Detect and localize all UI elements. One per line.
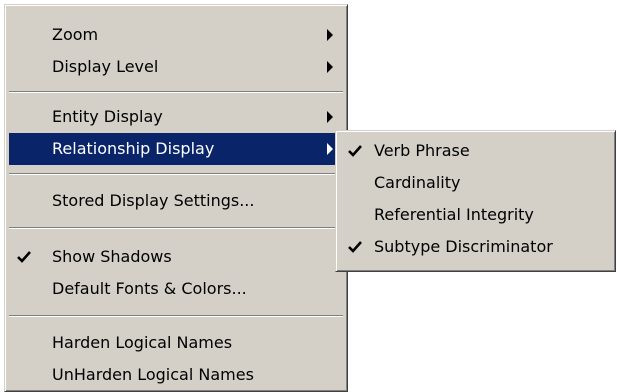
menu-separator	[9, 227, 343, 229]
menu-separator	[9, 91, 343, 93]
menu-item-stored-display-settings[interactable]: Stored Display Settings...	[9, 185, 343, 217]
menu-item-zoom[interactable]: Zoom	[9, 19, 343, 51]
menu-item-label: Display Level	[52, 57, 159, 76]
menu-item-default-fonts-colors[interactable]: Default Fonts & Colors...	[9, 273, 343, 305]
menu-item-label: Zoom	[52, 25, 99, 44]
submenu-item-cardinality[interactable]: Cardinality	[340, 167, 611, 199]
submenu-arrow-icon	[327, 143, 333, 155]
submenu-item-referential-integrity[interactable]: Referential Integrity	[340, 199, 611, 231]
menu-item-entity-display[interactable]: Entity Display	[9, 101, 343, 133]
submenu-item-verb-phrase[interactable]: Verb Phrase	[340, 135, 611, 167]
submenu-item-subtype-discriminator[interactable]: Subtype Discriminator	[340, 231, 611, 263]
menu-separator	[9, 173, 343, 175]
menu-item-label: Entity Display	[52, 107, 163, 126]
submenu-arrow-icon	[327, 29, 333, 41]
menu-item-unharden-logical-names[interactable]: UnHarden Logical Names	[9, 359, 343, 391]
relationship-display-submenu: Verb Phrase Cardinality Referential Inte…	[335, 130, 616, 272]
menu-item-harden-logical-names[interactable]: Harden Logical Names	[9, 327, 343, 359]
menu-separator	[9, 315, 343, 317]
menu-item-label: Subtype Discriminator	[374, 237, 553, 256]
menu-item-show-shadows[interactable]: Show Shadows	[9, 241, 343, 273]
context-menu: Zoom Display Level Entity Display Relati…	[4, 4, 348, 392]
menu-item-label: Verb Phrase	[374, 141, 470, 160]
menu-item-relationship-display[interactable]: Relationship Display	[9, 133, 343, 165]
check-icon	[17, 251, 31, 263]
menu-item-label: Show Shadows	[52, 247, 172, 266]
submenu-arrow-icon	[327, 61, 333, 73]
menu-item-label: Harden Logical Names	[52, 333, 233, 352]
menu-item-display-level[interactable]: Display Level	[9, 51, 343, 83]
menu-item-label: Stored Display Settings...	[52, 191, 255, 210]
menu-item-label: Default Fonts & Colors...	[52, 279, 247, 298]
check-icon	[348, 241, 362, 253]
submenu-arrow-icon	[327, 111, 333, 123]
menu-item-label: Cardinality	[374, 173, 461, 192]
menu-item-label: Referential Integrity	[374, 205, 534, 224]
check-icon	[348, 145, 362, 157]
menu-item-label: UnHarden Logical Names	[52, 365, 254, 384]
menu-item-label: Relationship Display	[52, 139, 215, 158]
